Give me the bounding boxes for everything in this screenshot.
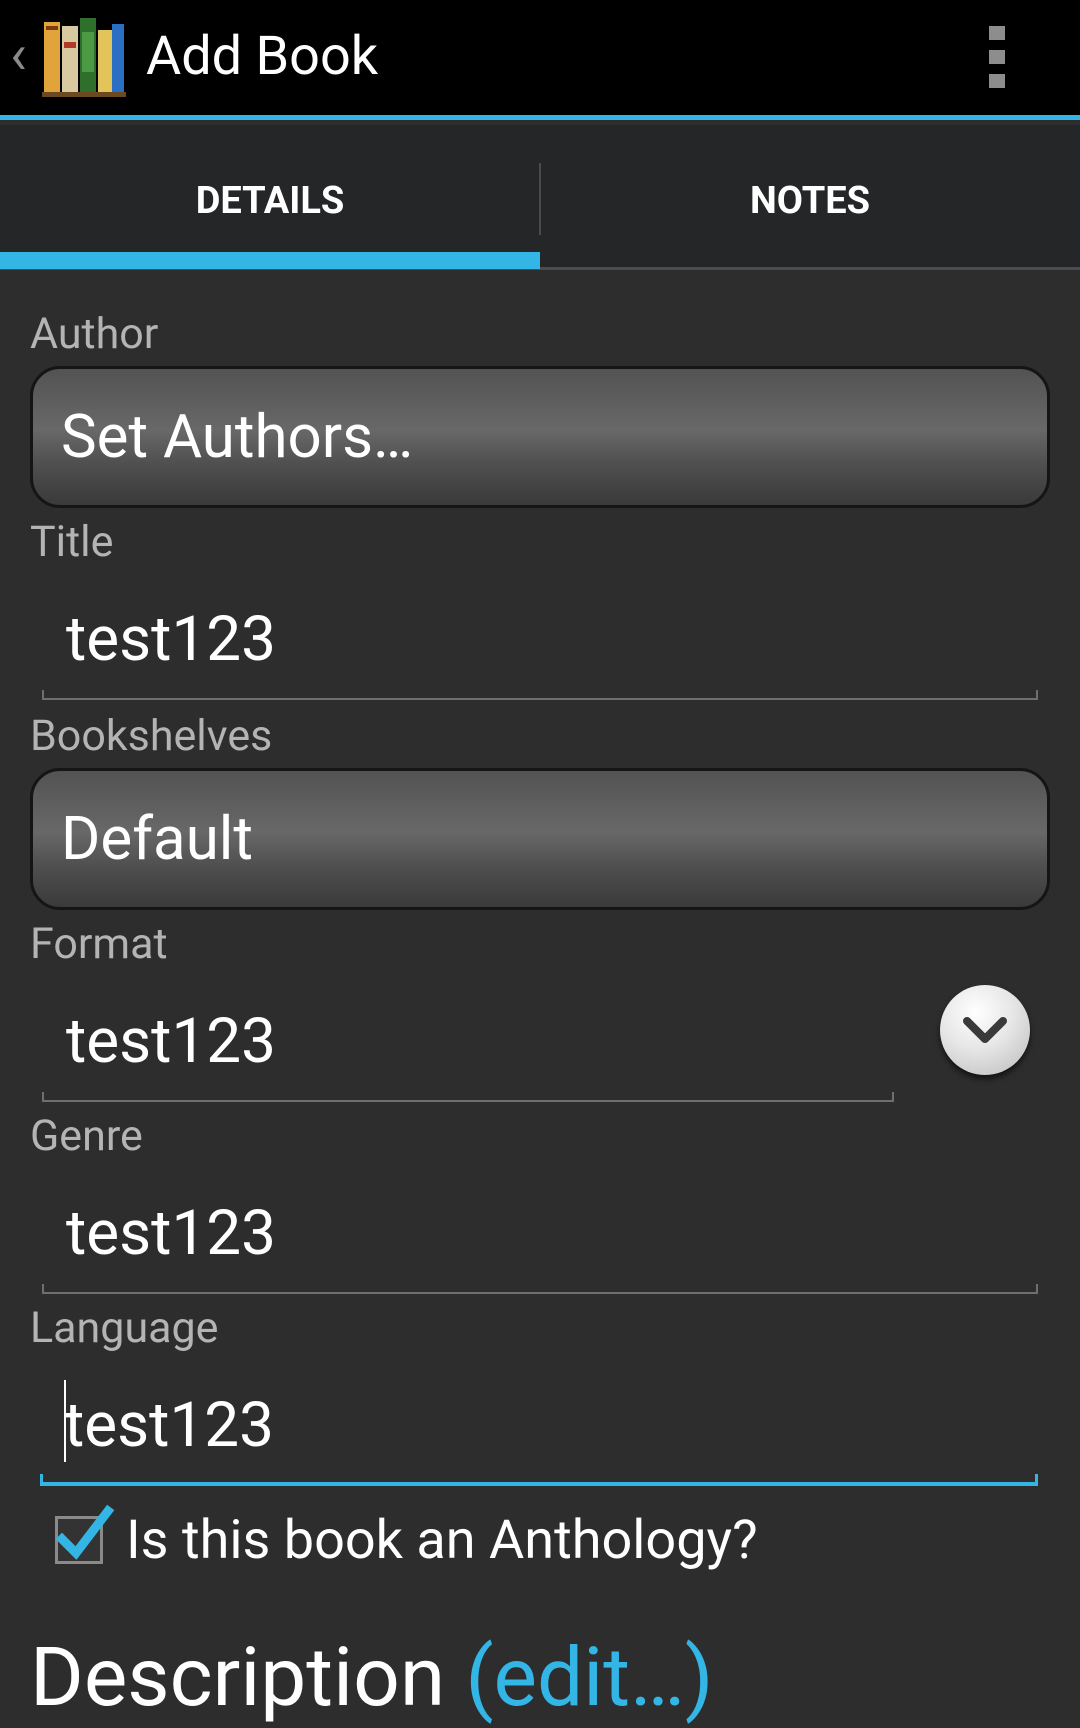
screen-title: Add Book xyxy=(146,25,379,88)
format-value: test123 xyxy=(66,1005,276,1078)
text-cursor xyxy=(64,1380,66,1462)
tab-details[interactable]: DETAILS xyxy=(0,125,540,267)
genre-label: Genre xyxy=(30,1111,143,1161)
title-underline xyxy=(42,690,1038,700)
bookshelves-label: Bookshelves xyxy=(30,711,273,761)
format-underline xyxy=(42,1092,894,1102)
tab-notes[interactable]: NOTES xyxy=(540,125,1080,267)
selected-tab-indicator xyxy=(0,252,540,269)
format-label: Format xyxy=(30,919,168,969)
language-field[interactable]: test123 xyxy=(40,1376,1038,1486)
description-label: Description xyxy=(30,1630,446,1726)
genre-value: test123 xyxy=(66,1197,276,1270)
title-value: test123 xyxy=(66,603,276,676)
action-bar: ‹ Add Book xyxy=(0,0,1080,120)
overflow-menu-icon[interactable] xyxy=(980,22,1016,92)
genre-underline xyxy=(42,1284,1038,1294)
language-label: Language xyxy=(30,1303,219,1353)
anthology-checkbox[interactable] xyxy=(55,1504,115,1564)
format-field[interactable]: test123 xyxy=(42,992,894,1102)
description-edit-link[interactable]: (edit…) xyxy=(465,1630,713,1726)
bookshelves-button[interactable]: Default xyxy=(30,768,1050,910)
tab-bar: DETAILS NOTES xyxy=(0,125,1080,270)
bookshelf-logo-icon[interactable] xyxy=(42,12,126,98)
author-label: Author xyxy=(30,309,159,359)
format-dropdown-button[interactable] xyxy=(940,985,1030,1075)
set-authors-button[interactable]: Set Authors… xyxy=(30,366,1050,508)
language-value: test123 xyxy=(64,1389,274,1462)
chevron-down-icon xyxy=(963,1017,1007,1043)
back-caret-icon[interactable]: ‹ xyxy=(10,26,27,82)
language-underline xyxy=(40,1474,1038,1486)
checkmark-icon xyxy=(56,1504,115,1560)
description-heading: Description (edit…) xyxy=(30,1628,713,1728)
genre-field[interactable]: test123 xyxy=(42,1184,1038,1294)
title-label: Title xyxy=(30,517,114,567)
title-field[interactable]: test123 xyxy=(42,590,1038,700)
anthology-label[interactable]: Is this book an Anthology? xyxy=(126,1506,758,1576)
